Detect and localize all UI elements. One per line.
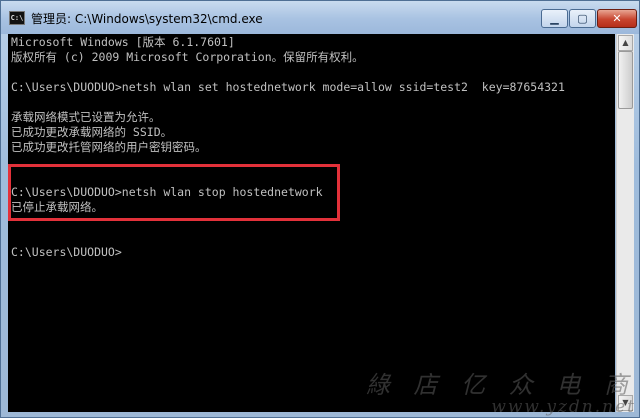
minimize-button[interactable]: ▁ bbox=[541, 9, 568, 28]
console-line: 已成功更改托管网络的用户密钥密码。 bbox=[11, 140, 207, 154]
window-title: 管理员: C:\Windows\system32\cmd.exe bbox=[31, 12, 263, 26]
console-output[interactable]: Microsoft Windows [版本 6.1.7601] 版权所有 (c)… bbox=[8, 34, 615, 412]
scroll-up-arrow-icon[interactable]: ▲ bbox=[618, 35, 633, 51]
watermark: 綠 店 亿 众 电 商 www.yzdn.net bbox=[366, 372, 636, 416]
close-button[interactable]: ✕ bbox=[597, 9, 637, 28]
console-line: 已成功更改承载网络的 SSID。 bbox=[11, 125, 173, 139]
console-line: 版权所有 (c) 2009 Microsoft Corporation。保留所有… bbox=[11, 50, 364, 64]
watermark-url: www.yzdn.net bbox=[491, 397, 636, 417]
console-line: Microsoft Windows [版本 6.1.7601] bbox=[11, 35, 235, 49]
console-line: 承载网络模式已设置为允许。 bbox=[11, 110, 161, 124]
cmd-app-icon[interactable]: C:\ bbox=[9, 11, 25, 25]
highlight-annotation bbox=[8, 164, 340, 221]
cmd-window: C:\ 管理员: C:\Windows\system32\cmd.exe ▁ ▢… bbox=[0, 0, 640, 418]
console-prompt[interactable]: C:\Users\DUODUO> bbox=[11, 244, 122, 260]
console-line: C:\Users\DUODUO>netsh wlan set hostednet… bbox=[11, 80, 565, 94]
vertical-scrollbar[interactable]: ▲ ▼ bbox=[616, 34, 634, 412]
title-bar[interactable]: C:\ 管理员: C:\Windows\system32\cmd.exe ▁ ▢… bbox=[1, 1, 639, 34]
watermark-chinese-text: 綠 店 亿 众 电 商 bbox=[365, 371, 636, 399]
scrollbar-thumb[interactable] bbox=[618, 51, 633, 109]
maximize-button[interactable]: ▢ bbox=[569, 9, 596, 28]
